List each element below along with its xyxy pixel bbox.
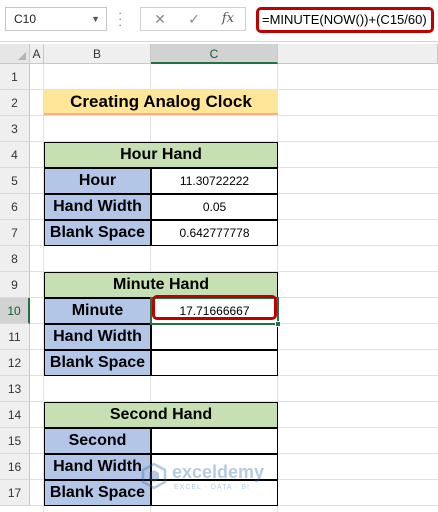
sheet-title[interactable]: Creating Analog Clock bbox=[44, 90, 278, 115]
hour-table-header[interactable]: Hour Hand bbox=[44, 142, 278, 168]
name-box[interactable]: C10 ▼ bbox=[5, 7, 107, 31]
minute-blank-space-value[interactable] bbox=[151, 350, 278, 376]
formula-input[interactable]: =MINUTE(NOW())+(C15/60) bbox=[256, 7, 434, 33]
second-label[interactable]: Second bbox=[44, 428, 151, 454]
hour-blank-space-value[interactable]: 0.642777778 bbox=[151, 220, 278, 246]
hour-label[interactable]: Hour bbox=[44, 168, 151, 194]
second-blank-space-label[interactable]: Blank Space bbox=[44, 480, 151, 506]
column-header-c[interactable]: C bbox=[151, 44, 278, 64]
second-blank-space-value[interactable] bbox=[151, 480, 278, 506]
minute-hand-width-label[interactable]: Hand Width bbox=[44, 324, 151, 350]
chevron-down-icon[interactable]: ▼ bbox=[91, 8, 100, 30]
row-header-8[interactable]: 8 bbox=[0, 246, 30, 272]
row-header-9[interactable]: 9 bbox=[0, 272, 30, 298]
formula-buttons: ✕ ✓ fx bbox=[140, 7, 246, 31]
cancel-icon[interactable]: ✕ bbox=[145, 8, 175, 30]
second-hand-width-label[interactable]: Hand Width bbox=[44, 454, 151, 480]
more-options-icon[interactable]: · · · bbox=[118, 6, 124, 31]
row-header-14[interactable]: 14 bbox=[0, 402, 30, 428]
row-header-10[interactable]: 10 bbox=[0, 298, 30, 324]
column-header-b[interactable]: B bbox=[44, 44, 151, 64]
row-header-1[interactable]: 1 bbox=[0, 64, 30, 90]
minute-hand-width-value[interactable] bbox=[151, 324, 278, 350]
row-header-12[interactable]: 12 bbox=[0, 350, 30, 376]
row-header-4[interactable]: 4 bbox=[0, 142, 30, 168]
select-all-button[interactable] bbox=[0, 44, 30, 64]
column-header-a[interactable]: A bbox=[30, 44, 44, 64]
value-highlight-box bbox=[152, 295, 277, 320]
column-header-d[interactable] bbox=[278, 44, 438, 64]
fill-handle[interactable] bbox=[275, 321, 281, 327]
row-header-2[interactable]: 2 bbox=[0, 90, 30, 116]
insert-function-icon[interactable]: fx bbox=[213, 8, 243, 30]
row-header-7[interactable]: 7 bbox=[0, 220, 30, 246]
row-header-16[interactable]: 16 bbox=[0, 454, 30, 480]
check-icon[interactable]: ✓ bbox=[179, 8, 209, 30]
minute-label[interactable]: Minute bbox=[44, 298, 151, 324]
second-table-header[interactable]: Second Hand bbox=[44, 402, 278, 428]
hour-value[interactable]: 11.30722222 bbox=[151, 168, 278, 194]
second-value[interactable] bbox=[151, 428, 278, 454]
hour-hand-width-label[interactable]: Hand Width bbox=[44, 194, 151, 220]
hour-hand-width-value[interactable]: 0.05 bbox=[151, 194, 278, 220]
row-header-17[interactable]: 17 bbox=[0, 480, 30, 506]
formula-bar: C10 ▼ · · · ✕ ✓ fx =MINUTE(NOW())+(C15/60) bbox=[0, 0, 438, 42]
worksheet-grid: A B C 1 2 3 4 5 6 7 8 9 10 11 12 13 14 15 16 17 Creating… bbox=[0, 44, 438, 512]
row-header-6[interactable]: 6 bbox=[0, 194, 30, 220]
row-header-3[interactable]: 3 bbox=[0, 116, 30, 142]
row-header-11[interactable]: 11 bbox=[0, 324, 30, 350]
name-box-value: C10 bbox=[14, 12, 37, 26]
minute-blank-space-label[interactable]: Blank Space bbox=[44, 350, 151, 376]
row-header-5[interactable]: 5 bbox=[0, 168, 30, 194]
row-header-15[interactable]: 15 bbox=[0, 428, 30, 454]
row-header-13[interactable]: 13 bbox=[0, 376, 30, 402]
second-hand-width-value[interactable] bbox=[151, 454, 278, 480]
hour-blank-space-label[interactable]: Blank Space bbox=[44, 220, 151, 246]
